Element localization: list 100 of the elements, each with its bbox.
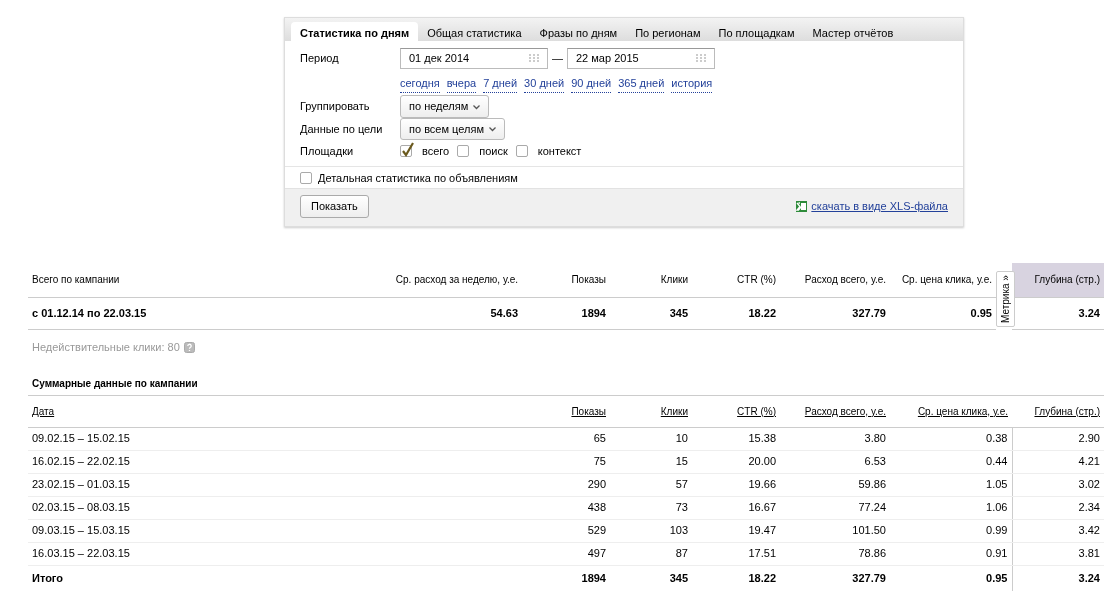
column-header: Показы [522,262,610,298]
spreadsheet-icon [796,200,808,212]
table-cell: 103 [610,519,692,542]
field-label: Площадки [300,143,355,159]
metrika-tab[interactable]: Метрика » [996,270,1015,327]
grouping-dropdown[interactable]: по неделям [400,95,490,118]
table-cell: с 01.12.14 по 22.03.15 [28,297,380,330]
table-cell: 16.02.15 – 22.02.15 [28,450,522,473]
report-tab[interactable]: Статистика по дням [291,22,419,41]
period-link[interactable]: 7 дней [483,75,518,93]
table-cell: 0.99 [890,519,1012,542]
table-cell: 327.79 [780,297,890,330]
checkbox-label: Детальная статистика по объявлениям [318,170,518,186]
column-header: Ср. цена клика, у.е. [890,262,996,298]
column-header[interactable]: CTR (%) [737,405,776,417]
table-cell: 78.86 [780,542,890,565]
table-cell: 345 [610,565,692,591]
checkbox[interactable] [515,145,528,157]
field-label: Группировать [300,99,371,114]
table-cell: 16.67 [692,496,780,519]
table-cell: 02.03.15 – 08.03.15 [28,496,522,519]
table-cell: 75 [522,450,610,473]
table-cell: 3.24 [1012,297,1104,330]
report-tab[interactable]: По регионам [626,22,710,41]
column-header: Расход всего, у.е. [780,262,890,298]
period-link[interactable]: история [671,75,713,93]
table-cell: 1894 [522,565,610,591]
column-header[interactable]: Клики [660,405,688,417]
report-tab[interactable]: Мастер отчётов [803,22,903,41]
report-tab[interactable]: Фразы по дням [530,22,627,41]
field-label: Период [300,50,340,66]
report-tab[interactable]: Общая статистика [418,22,531,41]
table-cell: 19.66 [692,473,780,496]
table-cell: 0.91 [890,542,1012,565]
column-header[interactable]: Ср. цена клика, у.е. [917,405,1008,417]
column-header: Клики [610,262,692,298]
period-link[interactable]: сегодня [400,75,440,93]
column-header[interactable]: Расход всего, у.е. [804,405,886,417]
table-cell: 59.86 [780,473,890,496]
period-link[interactable]: 90 дней [571,75,612,93]
column-header: Глубина (стр.) [1012,262,1104,298]
date-separator: — [552,50,563,66]
download-link[interactable]: скачать в виде XLS-файла [811,198,948,215]
table-cell: 497 [522,542,610,565]
table-cell: 3.24 [1012,565,1104,591]
table-cell: 77.24 [780,496,890,519]
goal-dropdown[interactable]: по всем целям [400,117,505,140]
table-cell: 73 [610,496,692,519]
checkbox-label: поиск [479,143,508,159]
period-link[interactable]: 30 дней [524,75,565,93]
invalid-clicks-text: Недействительные клики: 80 [32,340,180,355]
checkbox[interactable] [300,172,312,184]
table-cell: 3.02 [1012,473,1104,496]
table-cell: 54.63 [380,297,522,330]
table-cell: 438 [522,496,610,519]
table-cell: 15.38 [692,427,780,450]
table-cell: 19.47 [692,519,780,542]
table-cell: 0.95 [890,565,1012,591]
caret-icon [473,104,481,110]
table-cell: 09.02.15 – 15.02.15 [28,427,522,450]
calendar-icon[interactable] [696,54,706,62]
table-cell: 3.81 [1012,542,1104,565]
report-tab[interactable]: По площадкам [709,22,804,41]
column-header[interactable]: Дата [32,405,55,417]
table-cell: 3.42 [1012,519,1104,542]
checkbox-label: контекст [537,143,582,159]
column-header: Ср. расход за неделю, у.е. [380,262,522,298]
table-cell: 3.80 [780,427,890,450]
table-cell: 1.05 [890,473,1012,496]
period-link[interactable]: вчера [446,75,477,93]
table-cell: 327.79 [780,565,890,591]
column-header: Всего по кампании [28,262,380,298]
table-cell: 10 [610,427,692,450]
checkbox[interactable] [457,145,470,157]
help-icon[interactable] [183,341,195,353]
table-cell: 1.06 [890,496,1012,519]
table-cell: 2.90 [1012,427,1104,450]
column-header[interactable]: Показы [571,405,606,417]
date-field[interactable]: 22 мар 2015 [567,47,715,69]
calendar-icon[interactable] [529,54,539,62]
table-cell: 57 [610,473,692,496]
table-cell: 0.44 [890,450,1012,473]
column-header[interactable]: Глубина (стр.) [1034,405,1100,417]
table-cell: 15 [610,450,692,473]
table-cell: 529 [522,519,610,542]
table-cell: 0.38 [890,427,1012,450]
date-field[interactable]: 01 дек 2014 [400,47,548,69]
table-cell: 1894 [522,297,610,330]
period-link[interactable]: 365 дней [618,75,665,93]
table-cell: 345 [610,297,692,330]
table-cell: 17.51 [692,542,780,565]
table-cell: 4.21 [1012,450,1104,473]
table-cell: 290 [522,473,610,496]
checkbox[interactable] [400,145,412,157]
table-cell: 0.95 [890,297,996,330]
column-header: CTR (%) [692,262,780,298]
table-cell: 101.50 [780,519,890,542]
show-button[interactable]: Показать [300,195,369,218]
table-cell: 16.03.15 – 22.03.15 [28,542,522,565]
field-label: Данные по цели [300,121,384,137]
